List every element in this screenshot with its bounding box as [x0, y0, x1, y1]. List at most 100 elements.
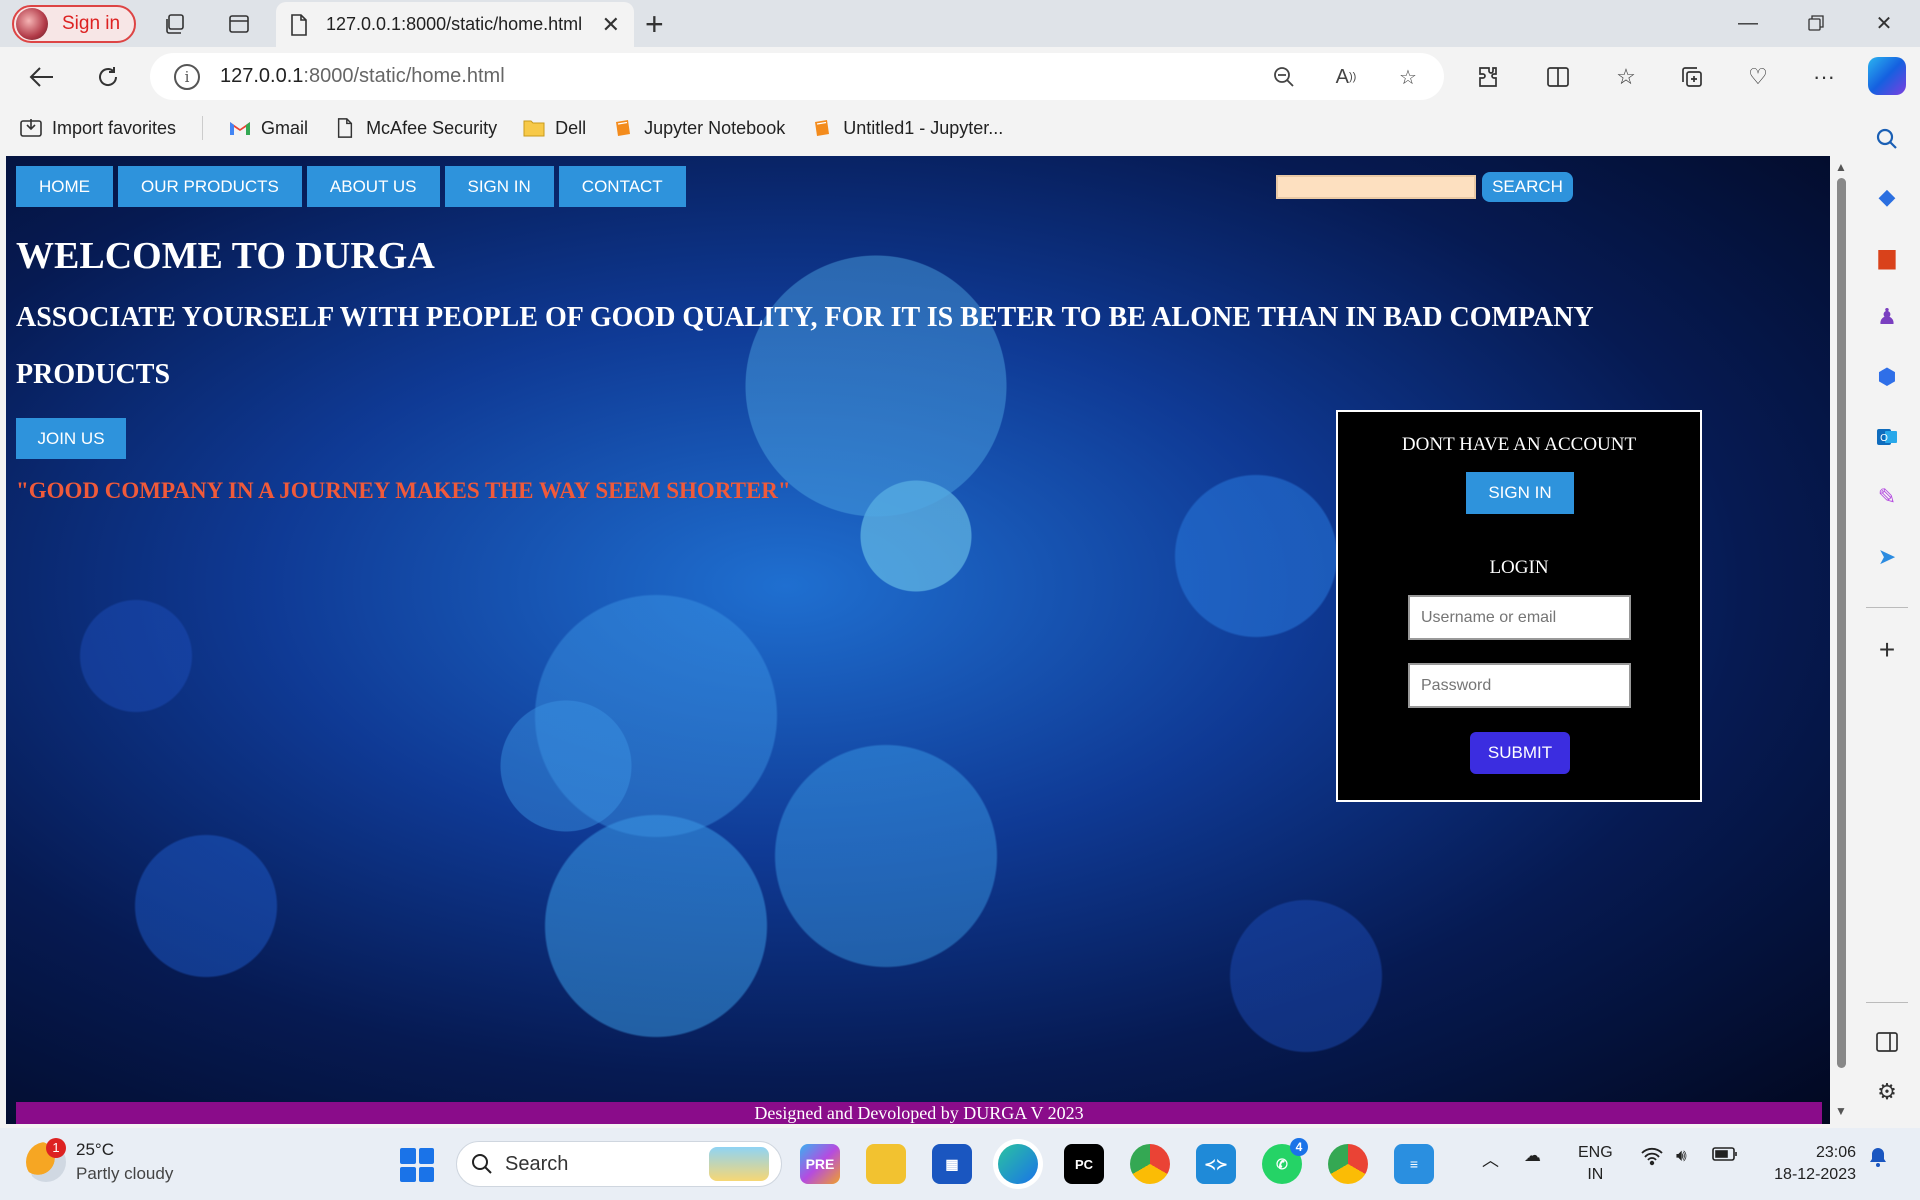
welcome-heading: WELCOME TO DURGA — [16, 235, 435, 277]
games-icon[interactable]: ♟ — [1872, 302, 1902, 332]
nav-sign-in[interactable]: SIGN IN — [444, 166, 554, 207]
chrome-icon[interactable] — [1130, 1144, 1170, 1184]
scroll-thumb[interactable] — [1837, 178, 1846, 1068]
file-explorer-icon[interactable] — [866, 1144, 906, 1184]
back-icon[interactable] — [24, 59, 60, 95]
site-search-input[interactable] — [1276, 175, 1476, 199]
wifi-icon[interactable] — [1640, 1146, 1664, 1171]
notepad-icon[interactable]: ≡ — [1394, 1144, 1434, 1184]
panel-sign-in-button[interactable]: SIGN IN — [1466, 472, 1574, 514]
favorites-icon[interactable]: ☆ — [1610, 61, 1642, 93]
chrome-profile-icon[interactable] — [1328, 1144, 1368, 1184]
split-screen-icon[interactable] — [1542, 61, 1574, 93]
address-bar-row: i 127.0.0.1:8000/static/home.html A)) ☆ … — [0, 47, 1920, 107]
minimize-icon[interactable]: — — [1728, 8, 1768, 38]
hide-sidebar-icon[interactable] — [1872, 1027, 1902, 1057]
gmail-icon — [230, 122, 251, 135]
bookmark-gmail[interactable]: Gmail — [229, 118, 308, 139]
page-footer: Designed and Devoloped by DURGA V 2023 — [16, 1102, 1822, 1124]
battery-icon[interactable] — [1712, 1146, 1738, 1167]
workspaces-icon[interactable] — [160, 9, 190, 39]
pycharm-icon[interactable]: PC — [1064, 1144, 1104, 1184]
profile-label: Sign in — [62, 13, 121, 34]
read-aloud-icon[interactable]: A)) — [1332, 63, 1360, 91]
nav-home[interactable]: HOME — [16, 166, 113, 207]
scroll-up-icon[interactable]: ▲ — [1835, 160, 1847, 174]
submit-button[interactable]: SUBMIT — [1470, 732, 1570, 774]
windows-taskbar: 1 25°C Partly cloudy Search PRE ▦ PC ≺≻ … — [0, 1128, 1920, 1200]
taskbar-search[interactable]: Search — [456, 1141, 782, 1187]
shopping-tag-icon[interactable]: ◆ — [1872, 182, 1902, 212]
close-tab-icon[interactable]: ✕ — [602, 12, 620, 38]
onedrive-cloud-icon[interactable]: ☁ — [1524, 1146, 1541, 1166]
bookmark-jupyter-notebook[interactable]: Jupyter Notebook — [612, 118, 785, 139]
avatar — [16, 8, 48, 40]
profile-button[interactable]: Sign in — [12, 5, 136, 43]
jupyter-icon — [815, 120, 830, 136]
tab-active[interactable]: 127.0.0.1:8000/static/home.html ✕ — [276, 2, 634, 47]
taskbar-search-label: Search — [505, 1152, 569, 1175]
bookmark-untitled1-jupyter[interactable]: Untitled1 - Jupyter... — [811, 118, 1003, 139]
show-hidden-icons-chevron-up-icon[interactable]: ︿ — [1482, 1146, 1499, 1171]
collections-icon[interactable] — [1676, 61, 1708, 93]
bookmark-label: Dell — [555, 117, 587, 138]
login-panel: DONT HAVE AN ACCOUNT SIGN IN LOGIN SUBMI… — [1336, 410, 1702, 802]
drop-send-icon[interactable]: ➤ — [1872, 542, 1902, 572]
browser-essentials-icon[interactable]: ♡ — [1742, 61, 1774, 93]
search-highlight-beach-icon — [709, 1147, 769, 1181]
page-scrollbar[interactable]: ▲ ▼ — [1830, 156, 1852, 1124]
extensions-icon[interactable] — [1472, 61, 1504, 93]
whatsapp-icon[interactable]: ✆ 4 — [1262, 1138, 1308, 1184]
edge-browser-icon[interactable] — [998, 1144, 1038, 1184]
microsoft-365-icon[interactable]: ⬢ — [1872, 362, 1902, 392]
sidebar-divider — [1866, 607, 1908, 608]
sidebar-divider — [1866, 1002, 1908, 1003]
designer-icon[interactable]: ✎ — [1872, 482, 1902, 512]
new-tab-button[interactable]: + — [645, 6, 664, 43]
weather-badge: 1 — [46, 1138, 66, 1158]
outlook-icon[interactable]: O — [1872, 422, 1902, 452]
username-field[interactable] — [1408, 595, 1631, 640]
start-windows-icon[interactable] — [400, 1148, 434, 1182]
more-options-icon[interactable]: ··· — [1808, 61, 1840, 93]
zoom-out-icon[interactable] — [1270, 63, 1298, 91]
vscode-icon[interactable]: ≺≻ — [1196, 1144, 1236, 1184]
url-path: :8000/static/home.html — [303, 65, 505, 87]
microsoft-store-icon[interactable]: ▦ — [932, 1144, 972, 1184]
tab-title: 127.0.0.1:8000/static/home.html — [326, 14, 583, 34]
nav-about-us[interactable]: ABOUT US — [306, 166, 440, 207]
folder-icon — [523, 120, 545, 137]
volume-icon[interactable]: 🔊︎ — [1676, 1146, 1687, 1166]
language-indicator[interactable]: ENG IN — [1578, 1142, 1613, 1186]
close-window-icon[interactable]: ✕ — [1864, 8, 1904, 38]
weather-widget[interactable]: 1 25°C Partly cloudy — [26, 1138, 173, 1186]
bookmark-import-favorites[interactable]: Import favorites — [20, 118, 176, 139]
scroll-down-icon[interactable]: ▼ — [1835, 1104, 1847, 1118]
sidebar-settings-gear-icon[interactable]: ⚙ — [1872, 1077, 1902, 1107]
copilot-icon[interactable] — [1868, 57, 1906, 95]
login-heading: LOGIN — [1489, 557, 1549, 578]
vertical-tabs-icon[interactable] — [224, 9, 254, 39]
notification-bell-icon[interactable] — [1868, 1146, 1888, 1173]
url-bar[interactable]: i 127.0.0.1:8000/static/home.html A)) ☆ — [150, 53, 1444, 100]
add-sidebar-app-icon[interactable]: + — [1872, 634, 1902, 665]
refresh-icon[interactable] — [90, 59, 126, 95]
site-search-button[interactable]: SEARCH — [1482, 172, 1573, 202]
favorite-star-icon[interactable]: ☆ — [1394, 63, 1422, 91]
restore-icon[interactable] — [1796, 8, 1836, 38]
join-us-button[interactable]: JOIN US — [16, 418, 126, 459]
search-icon[interactable] — [1872, 124, 1902, 154]
edge-sidebar: ◆ ▆ ♟ ⬢ O ✎ ➤ + ⚙ — [1852, 107, 1920, 1125]
nav-contact[interactable]: CONTACT — [558, 166, 686, 207]
clock[interactable]: 23:06 18-12-2023 — [1756, 1142, 1856, 1186]
whatsapp-badge: 4 — [1290, 1138, 1308, 1156]
copilot-pre-icon[interactable]: PRE — [800, 1144, 840, 1184]
nav-our-products[interactable]: OUR PRODUCTS — [118, 166, 302, 207]
password-field[interactable] — [1408, 663, 1631, 708]
tools-briefcase-icon[interactable]: ▆ — [1872, 242, 1902, 272]
bookmark-label: Jupyter Notebook — [644, 117, 786, 138]
bookmark-mcafee[interactable]: McAfee Security — [334, 118, 497, 139]
svg-text:O: O — [1880, 433, 1888, 444]
site-info-icon[interactable]: i — [174, 63, 200, 90]
bookmark-dell[interactable]: Dell — [523, 118, 586, 139]
